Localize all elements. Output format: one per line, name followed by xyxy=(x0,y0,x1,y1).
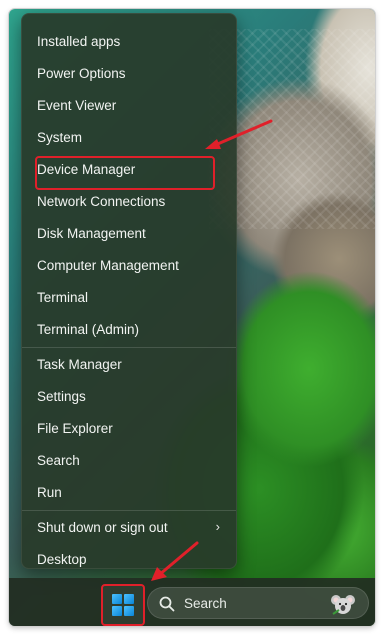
menu-item-run[interactable]: Run xyxy=(22,476,236,508)
menu-item-settings[interactable]: Settings xyxy=(22,380,236,412)
menu-item-label: Network Connections xyxy=(37,193,166,209)
annotation-arrow-icon xyxy=(205,119,273,149)
menu-item-label: Task Manager xyxy=(37,356,122,372)
chevron-right-icon: › xyxy=(215,519,220,534)
menu-item-computer-management[interactable]: Computer Management xyxy=(22,249,236,281)
menu-item-installed-apps[interactable]: Installed apps xyxy=(22,25,236,57)
taskbar-search-box[interactable]: Search xyxy=(147,587,369,619)
search-label: Search xyxy=(184,596,227,611)
menu-item-search[interactable]: Search xyxy=(22,444,236,476)
annotation-arrow-icon xyxy=(151,541,199,581)
menu-item-label: Disk Management xyxy=(37,225,146,241)
start-button[interactable] xyxy=(101,584,145,626)
screenshot-frame: Installed apps Power Options Event Viewe… xyxy=(9,9,375,626)
menu-item-task-manager[interactable]: Task Manager xyxy=(22,348,236,380)
menu-item-label: Computer Management xyxy=(37,257,179,273)
menu-item-label: Power Options xyxy=(37,65,126,81)
annotation-highlight-box xyxy=(35,156,215,190)
menu-item-label: Terminal xyxy=(37,289,89,305)
menu-item-label: File Explorer xyxy=(37,420,113,436)
menu-item-terminal-admin[interactable]: Terminal (Admin) xyxy=(22,313,236,345)
menu-item-file-explorer[interactable]: File Explorer xyxy=(22,412,236,444)
menu-item-label: Settings xyxy=(37,388,86,404)
menu-item-label: Terminal (Admin) xyxy=(37,321,140,337)
menu-item-label: Shut down or sign out xyxy=(37,519,168,535)
menu-item-label: System xyxy=(37,129,83,145)
winx-context-menu: Installed apps Power Options Event Viewe… xyxy=(21,13,237,569)
menu-item-disk-management[interactable]: Disk Management xyxy=(22,217,236,249)
windows-logo-icon xyxy=(112,594,134,616)
menu-item-label: Search xyxy=(37,452,80,468)
menu-item-label: Installed apps xyxy=(37,33,121,49)
koala-icon xyxy=(331,595,355,615)
menu-item-label: Event Viewer xyxy=(37,97,117,113)
menu-item-label: Run xyxy=(37,484,62,500)
menu-item-label: Desktop xyxy=(37,551,87,567)
search-icon xyxy=(159,596,175,612)
menu-item-power-options[interactable]: Power Options xyxy=(22,57,236,89)
menu-item-terminal[interactable]: Terminal xyxy=(22,281,236,313)
